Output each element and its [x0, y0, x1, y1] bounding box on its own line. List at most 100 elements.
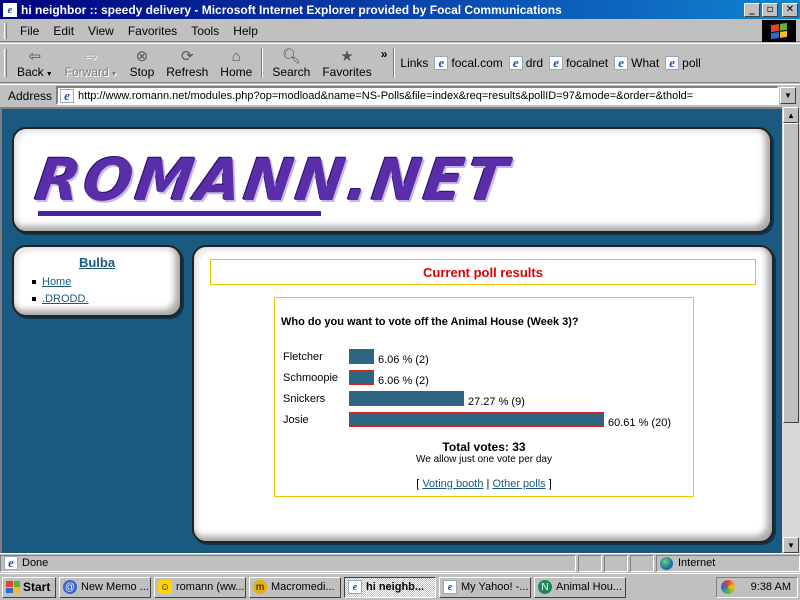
poll-result-value: 27.27 % (9)	[468, 395, 525, 408]
back-dropdown-icon[interactable]: ▼	[46, 71, 53, 78]
sidebar-panel: Bulba Home .DRODD.	[12, 245, 182, 317]
ie-page-icon: e	[434, 55, 449, 70]
macromedia-icon: m	[253, 580, 267, 594]
window-title: hi neighbor :: speedy delivery - Microso…	[21, 2, 562, 17]
link-label: What	[631, 56, 660, 70]
poll-result-row: Fletcher 6.06 % (2)	[283, 346, 671, 367]
address-input[interactable]: e http://www.romann.net/modules.php?op=m…	[56, 86, 779, 105]
taskbar-item-hi-neighbor[interactable]: e hi neighb...	[344, 576, 436, 598]
task-label: hi neighb...	[366, 581, 425, 593]
poll-option-name: Fletcher	[283, 350, 323, 363]
sidebar-link-home[interactable]: Home	[42, 276, 71, 288]
menu-view[interactable]: View	[81, 24, 121, 38]
forward-button[interactable]: ⇨ Forward ▼	[59, 44, 124, 82]
toolbar-chevron-icon[interactable]: »	[381, 47, 388, 61]
sidebar-item-drodd: .DRODD.	[32, 291, 180, 308]
stop-button[interactable]: ⊗ Stop	[124, 44, 161, 82]
link-focal-com[interactable]: e focal.com	[434, 55, 503, 70]
forward-dropdown-icon[interactable]: ▼	[111, 71, 118, 78]
status-pane-progress	[578, 554, 602, 572]
bullet-icon	[32, 280, 36, 285]
poll-result-value: 6.06 % (2)	[378, 374, 429, 387]
scroll-up-arrow-icon[interactable]: ▲	[783, 107, 799, 123]
home-icon: ⌂	[231, 47, 241, 65]
window-titlebar[interactable]: e hi neighbor :: speedy delivery - Micro…	[0, 0, 800, 19]
favorites-label: Favorites	[322, 65, 372, 79]
search-label: Search	[272, 65, 311, 79]
menu-file[interactable]: File	[13, 24, 46, 38]
poll-result-value: 60.61 % (20)	[608, 416, 671, 429]
home-button[interactable]: ⌂ Home	[214, 44, 258, 82]
menu-grip[interactable]	[4, 22, 7, 39]
toolbar-grip[interactable]	[4, 49, 7, 77]
scroll-thumb[interactable]	[783, 123, 799, 423]
sidebar-link-drodd[interactable]: .DRODD.	[42, 293, 88, 305]
security-zone-pane[interactable]: Internet	[656, 554, 800, 572]
search-icon: 🔍︎	[281, 48, 301, 65]
poll-result-bar	[349, 412, 604, 427]
menu-tools[interactable]: Tools	[184, 24, 226, 38]
task-label: Macromedi...	[271, 581, 335, 593]
taskbar-item-macromedia[interactable]: m Macromedi...	[249, 576, 341, 598]
taskbar-item-romann[interactable]: ☺ romann (ww...	[154, 576, 246, 598]
tray-app-icon[interactable]	[721, 580, 735, 594]
sidebar-title[interactable]: Bulba	[14, 255, 180, 270]
link-what[interactable]: e What	[614, 55, 660, 70]
back-arrow-icon: ⇦	[28, 48, 42, 65]
menu-favorites[interactable]: Favorites	[121, 24, 184, 38]
ie-page-icon: e	[549, 55, 564, 70]
status-bar: e Done Internet	[0, 553, 800, 572]
poll-result-bar	[349, 391, 464, 406]
refresh-button[interactable]: ⟳ Refresh	[160, 44, 214, 82]
netscape-icon: N	[538, 580, 552, 594]
status-text-pane: e Done	[0, 554, 576, 572]
start-button[interactable]: Start	[2, 576, 56, 598]
minimize-button[interactable]: _	[744, 2, 760, 17]
poll-results-box: Who do you want to vote off the Animal H…	[274, 297, 694, 497]
task-label: romann (ww...	[176, 581, 245, 593]
link-drd[interactable]: e drd	[508, 55, 543, 70]
favorites-folder-icon: ★	[340, 48, 354, 65]
stop-label: Stop	[129, 65, 155, 79]
menu-help[interactable]: Help	[226, 24, 265, 38]
toolbar-separator	[393, 48, 396, 78]
windows-logo-icon	[771, 22, 787, 40]
vertical-scrollbar[interactable]: ▲ ▼	[782, 107, 800, 553]
forward-arrow-icon: ⇨	[84, 48, 98, 65]
bracket-close: ]	[548, 478, 552, 490]
taskbar-item-my-yahoo[interactable]: e My Yahoo! -...	[439, 576, 531, 598]
chat-icon: ☺	[158, 580, 172, 594]
favorites-button[interactable]: ★ Favorites	[316, 44, 377, 82]
windows-flag-icon	[6, 581, 20, 593]
poll-option-name: Josie	[283, 413, 309, 426]
back-button[interactable]: ⇦ Back ▼	[11, 44, 59, 82]
other-polls-link[interactable]: Other polls	[492, 478, 545, 490]
links-label: Links	[400, 56, 429, 70]
taskbar-item-animal-house[interactable]: N Animal Hou...	[534, 576, 626, 598]
site-logo-text: ROMANN.NET	[31, 146, 515, 214]
mail-icon: @	[63, 580, 77, 594]
address-dropdown-icon[interactable]: ▼	[780, 87, 796, 104]
close-button[interactable]: ✕	[782, 2, 798, 17]
poll-result-row: Snickers 27.27 % (9)	[283, 388, 671, 409]
status-pane-lock	[604, 554, 628, 572]
taskbar-item-new-memo[interactable]: @ New Memo ...	[59, 576, 151, 598]
scroll-down-arrow-icon[interactable]: ▼	[783, 537, 799, 553]
site-logo[interactable]: ROMANN.NET	[31, 146, 514, 216]
poll-option-name: Snickers	[283, 392, 326, 405]
ie-page-icon: e	[60, 88, 75, 103]
poll-results-list: Fletcher 6.06 % (2) Schmoopie 6.06 % (2)…	[283, 346, 671, 430]
ie-page-icon: e	[614, 55, 629, 70]
forward-label: Forward	[64, 65, 109, 79]
bullet-icon	[32, 297, 36, 302]
clock[interactable]: 9:38 AM	[751, 581, 791, 593]
link-poll[interactable]: e poll	[665, 55, 701, 70]
status-pane-offline	[630, 554, 654, 572]
link-focalnet[interactable]: e focalnet	[549, 55, 608, 70]
voting-booth-link[interactable]: Voting booth	[422, 478, 483, 490]
poll-result-bar	[349, 349, 374, 364]
search-button[interactable]: 🔍︎ Search	[266, 44, 316, 82]
address-bar: Address e http://www.romann.net/modules.…	[0, 84, 800, 106]
menu-edit[interactable]: Edit	[46, 24, 81, 38]
maximize-button[interactable]: ▫	[762, 2, 778, 17]
